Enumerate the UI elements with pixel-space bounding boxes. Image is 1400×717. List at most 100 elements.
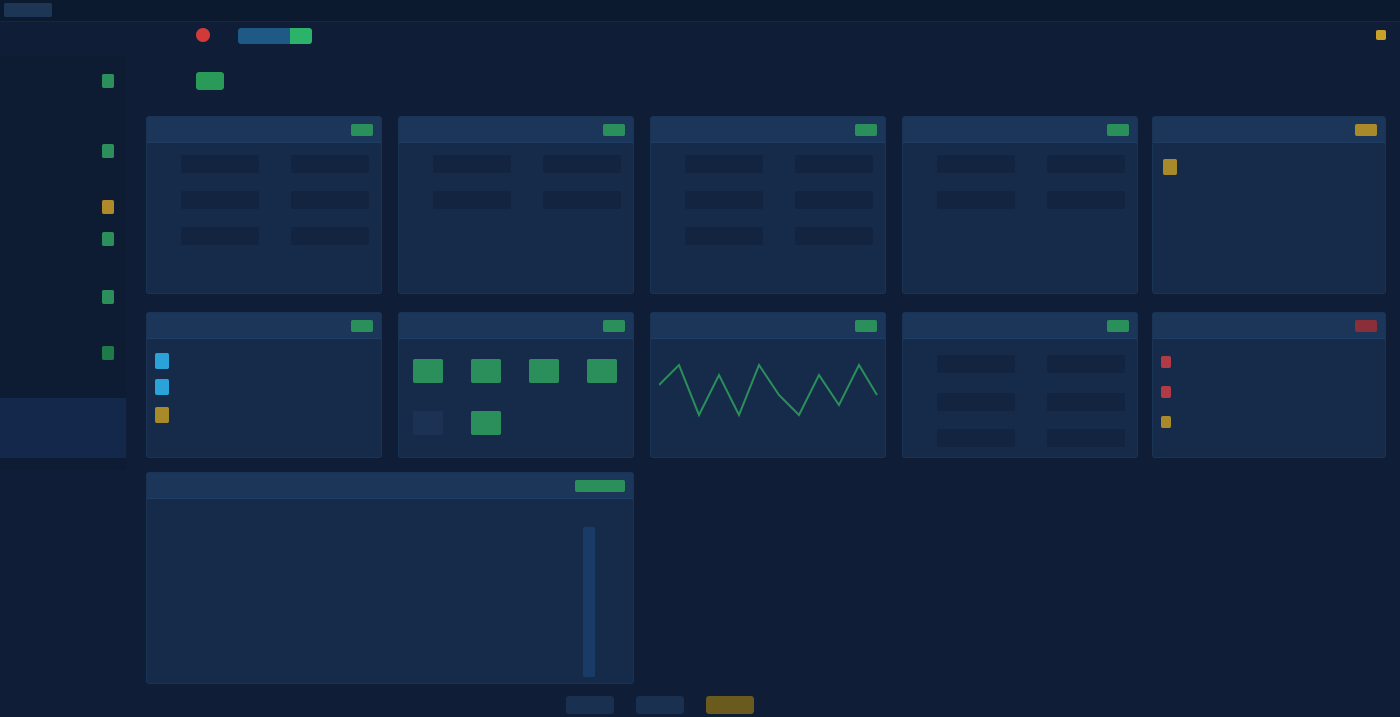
panel-bottom — [146, 472, 634, 684]
status-icon — [102, 144, 114, 158]
field-value — [433, 191, 511, 209]
list-item[interactable] — [1163, 229, 1375, 251]
status-badge — [196, 72, 224, 90]
sidebar-item-1[interactable] — [6, 66, 120, 96]
field — [159, 227, 263, 247]
alarm-item[interactable] — [1161, 353, 1373, 373]
sidebar-item-2[interactable] — [6, 136, 120, 166]
field — [1025, 155, 1129, 175]
field — [915, 191, 1019, 211]
status-icon — [603, 320, 625, 332]
alarm-item[interactable] — [1161, 413, 1373, 433]
field-value — [1047, 155, 1125, 173]
list-item[interactable] — [155, 405, 373, 427]
list-item[interactable] — [1163, 265, 1375, 287]
warning-icon[interactable] — [1376, 30, 1386, 40]
status-tile[interactable] — [471, 359, 501, 383]
field — [663, 227, 767, 247]
status-icon — [102, 74, 114, 88]
table-row[interactable] — [167, 581, 587, 603]
status-tile[interactable] — [529, 359, 559, 383]
field-value — [181, 227, 259, 245]
table-row[interactable] — [167, 555, 587, 577]
field-value — [181, 191, 259, 209]
live-toggle[interactable] — [238, 28, 312, 44]
field — [411, 191, 515, 211]
panel-header — [399, 117, 633, 143]
sidebar-item-3[interactable] — [6, 192, 120, 222]
panel-3 — [650, 116, 886, 294]
footer-button-3[interactable] — [706, 696, 754, 714]
alert-icon — [1161, 386, 1171, 398]
alarm-item[interactable] — [1161, 383, 1373, 403]
field-value — [291, 227, 369, 245]
status-icon — [102, 346, 114, 360]
field-value — [1047, 393, 1125, 411]
status-icon — [1107, 320, 1129, 332]
field-value — [795, 155, 873, 173]
field — [915, 155, 1019, 175]
alert-icon — [1161, 356, 1171, 368]
footer-button-1[interactable] — [566, 696, 614, 714]
sidebar-item-5[interactable] — [6, 282, 120, 312]
table-row[interactable] — [167, 529, 587, 551]
panel-header — [147, 473, 633, 499]
panel-6 — [146, 312, 382, 458]
table-row[interactable] — [167, 633, 587, 655]
app-logo[interactable] — [4, 3, 52, 17]
list-item[interactable] — [1163, 157, 1375, 179]
warning-icon — [1163, 159, 1177, 175]
field — [773, 191, 877, 211]
status-icon — [351, 124, 373, 136]
list-item[interactable] — [155, 377, 373, 399]
sidebar-item-active[interactable] — [0, 398, 126, 458]
sidebar-item-6[interactable] — [6, 338, 120, 368]
status-icon — [855, 124, 877, 136]
status-tile[interactable] — [471, 411, 501, 435]
field — [773, 227, 877, 247]
trend-line — [659, 362, 878, 418]
warning-icon — [155, 407, 169, 423]
table-row[interactable] — [167, 659, 587, 681]
sub-bar — [0, 24, 1400, 50]
scrollbar[interactable] — [583, 527, 595, 677]
panel-header — [651, 313, 885, 339]
sidebar-item-7[interactable] — [6, 370, 120, 400]
panel-header — [1153, 313, 1385, 339]
footer-button-2[interactable] — [636, 696, 684, 714]
field — [521, 155, 625, 175]
list-item[interactable] — [155, 351, 373, 373]
warning-icon — [102, 200, 114, 214]
status-icon — [1355, 124, 1377, 136]
sidebar-item-4[interactable] — [6, 224, 120, 254]
field — [159, 155, 263, 175]
field-value — [937, 191, 1015, 209]
field-value — [291, 155, 369, 173]
field — [521, 191, 625, 211]
field — [159, 191, 263, 211]
field — [411, 155, 515, 175]
panel-header — [903, 313, 1137, 339]
panel-header — [1153, 117, 1385, 143]
panel-8 — [650, 312, 886, 458]
list-item[interactable] — [1163, 193, 1375, 215]
status-icon — [1107, 124, 1129, 136]
record-indicator-icon[interactable] — [196, 28, 210, 42]
status-icon — [102, 232, 114, 246]
table-row[interactable] — [167, 607, 587, 629]
field — [663, 191, 767, 211]
field-value — [937, 429, 1015, 447]
status-icon — [102, 290, 114, 304]
panel-1 — [146, 116, 382, 294]
field — [773, 155, 877, 175]
status-icon — [603, 124, 625, 136]
field-value — [795, 227, 873, 245]
panel-4 — [902, 116, 1138, 294]
status-tile[interactable] — [413, 411, 443, 435]
status-tile[interactable] — [587, 359, 617, 383]
field-value — [1047, 355, 1125, 373]
footer — [0, 694, 1400, 717]
trend-graph — [659, 362, 878, 418]
alert-icon — [1355, 320, 1377, 332]
status-tile[interactable] — [413, 359, 443, 383]
